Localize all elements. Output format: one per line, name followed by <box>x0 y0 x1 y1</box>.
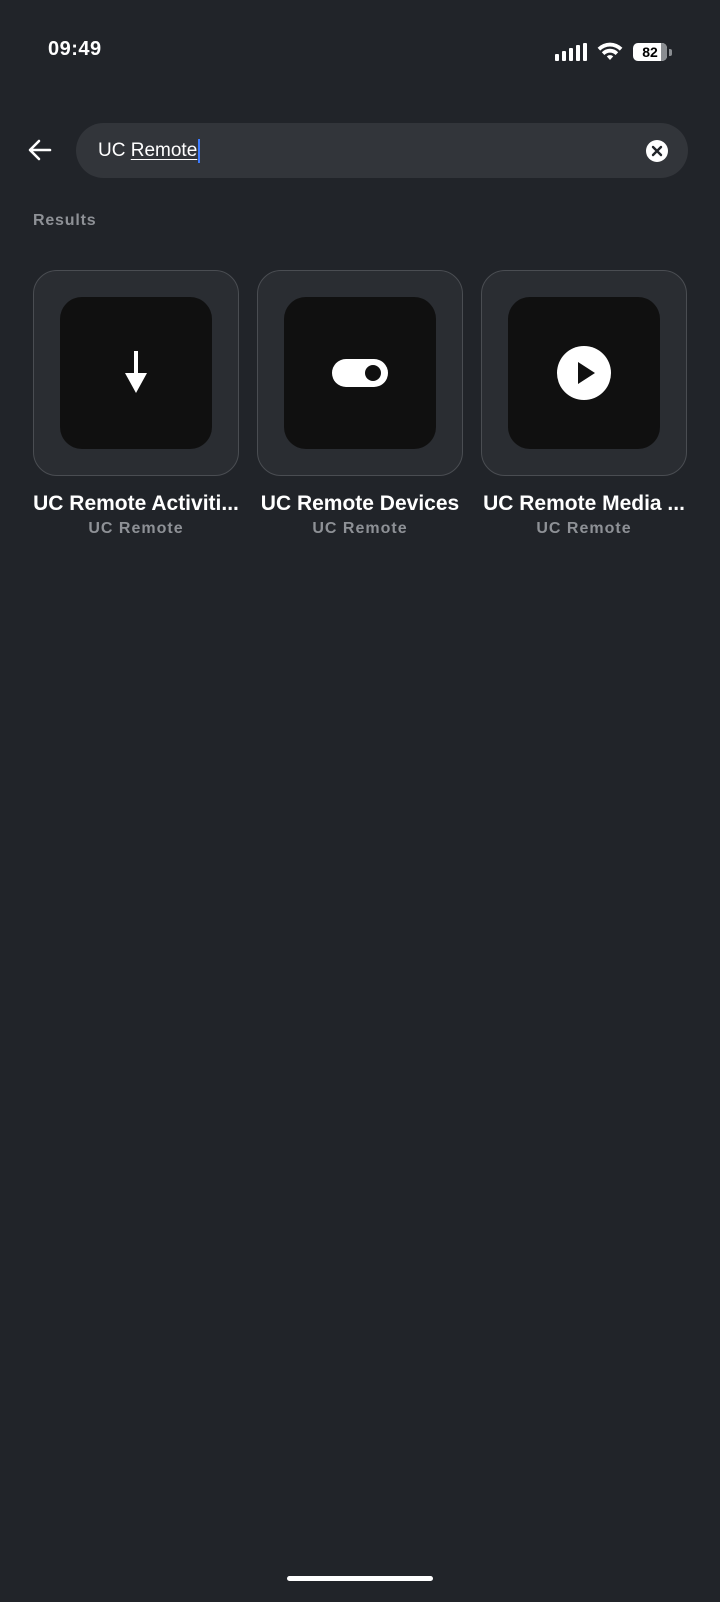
result-subtitle: UC Remote <box>88 520 184 537</box>
result-item-devices[interactable]: UC Remote Devices UC Remote <box>257 270 463 538</box>
play-circle-icon <box>557 346 611 400</box>
results-grid: UC Remote Activiti... UC Remote UC Remot… <box>33 270 687 538</box>
clear-search-button[interactable] <box>646 139 668 162</box>
home-indicator[interactable] <box>287 1576 433 1581</box>
result-tile[interactable] <box>257 270 463 476</box>
text-caret <box>198 138 201 163</box>
results-heading: Results <box>33 212 97 229</box>
toggle-icon <box>332 359 388 387</box>
wifi-icon <box>597 42 623 60</box>
result-icon-frame <box>284 297 436 449</box>
screen: 09:49 82 UC Remote Results UC Remote Act… <box>0 0 720 1602</box>
result-item-media[interactable]: UC Remote Media ... UC Remote <box>481 270 687 538</box>
result-subtitle: UC Remote <box>312 520 408 537</box>
result-icon-frame <box>60 297 212 449</box>
search-query-prefix: UC <box>98 139 131 161</box>
search-query-composing: Remote <box>130 139 198 161</box>
search-query[interactable]: UC Remote <box>98 138 646 163</box>
result-subtitle: UC Remote <box>536 520 632 537</box>
result-icon-frame <box>508 297 660 449</box>
back-button[interactable] <box>22 128 58 172</box>
result-title: UC Remote Activiti... <box>33 492 239 515</box>
signal-icon <box>555 43 587 61</box>
result-title: UC Remote Media ... <box>483 492 685 515</box>
search-input[interactable]: UC Remote <box>76 123 688 178</box>
status-time: 09:49 <box>48 38 102 60</box>
arrow-left-icon <box>28 139 52 161</box>
result-tile[interactable] <box>481 270 687 476</box>
result-tile[interactable] <box>33 270 239 476</box>
clear-circle-icon <box>651 145 663 156</box>
status-icons: 82 <box>555 40 672 64</box>
battery-empty-segment <box>660 43 667 61</box>
arrow-down-icon <box>125 351 147 393</box>
battery-nub <box>669 48 672 56</box>
battery-icon: 82 <box>633 43 667 61</box>
result-item-activities[interactable]: UC Remote Activiti... UC Remote <box>33 270 239 538</box>
result-title: UC Remote Devices <box>260 492 460 515</box>
battery-percent: 82 <box>642 44 658 60</box>
